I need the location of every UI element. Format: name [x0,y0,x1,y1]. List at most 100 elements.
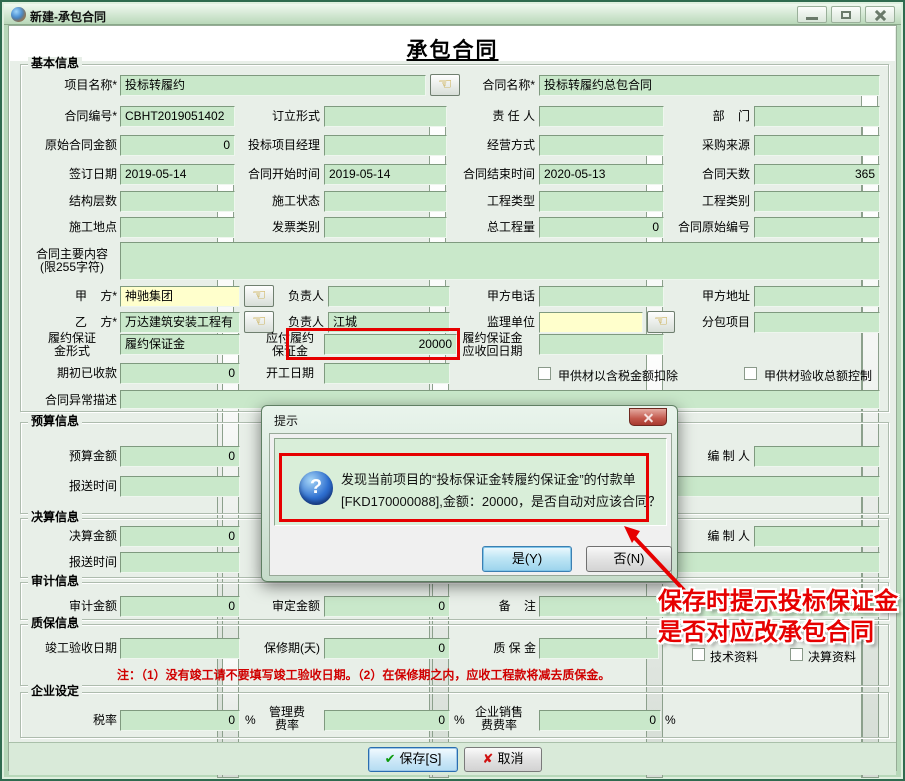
party-a-phone-label: 甲方电话 [454,290,535,303]
tax-rate-field[interactable]: 0 [120,710,240,731]
hand-pointer-icon: ☜ [252,287,266,304]
project-name-label: 项目名称* [27,79,117,92]
deposit-form-label: 履约保证 金形式 [27,332,117,358]
final-amount-label: 决算金额 [27,530,117,543]
cancel-button[interactable]: ✘取消 [464,747,542,772]
original-amount-field[interactable]: 0 [120,135,235,156]
audit-amount-field[interactable]: 0 [120,596,240,617]
party-a-head-field[interactable] [328,286,450,307]
annotation-text: 保存时提示投标保证金是否对应改承包合同 [658,586,905,648]
supervisor-picker-button[interactable]: ☜ [647,311,675,333]
group-warranty-legend: 质保信息 [28,617,82,630]
supervisor-field[interactable] [539,312,643,333]
bid-pm-select[interactable] [324,135,447,156]
subproject-field[interactable] [754,312,880,333]
window-titlebar: 新建-承包合同 [4,4,901,25]
sign-date-field[interactable]: 2019-05-14 [120,164,235,185]
party-a-address-field[interactable] [754,286,880,307]
tech-docs-checkbox[interactable] [692,648,705,661]
project-name-field[interactable]: 投标转履约 [120,75,426,96]
form-type-select[interactable] [324,106,447,127]
budget-editor-label: 编 制 人 [692,450,750,463]
department-label: 部 门 [674,110,750,123]
contract-name-label: 合同名称* [454,79,535,92]
responsible-label: 责 任 人 [454,110,535,123]
dialog-no-button[interactable]: 否(N) [586,546,672,572]
warranty-period-label: 保修期(天) [242,642,320,655]
purchase-source-select[interactable] [754,135,880,156]
deposit-return-date-select[interactable] [539,334,664,355]
deposit-form-select[interactable]: 履约保证金 [120,334,240,355]
budget-amount-field[interactable]: 0 [120,446,240,467]
close-button[interactable] [865,6,895,23]
party-a-address-label: 甲方地址 [674,290,750,303]
contract-no-label: 合同编号* [27,110,117,123]
party-a-phone-field[interactable] [539,286,664,307]
project-type-label: 工程类型 [454,195,535,208]
minimize-icon [806,17,818,20]
open-date-select[interactable] [324,363,450,384]
warranty-fund-field[interactable] [539,638,659,659]
party-a-head-label: 负责人 [282,290,324,303]
biz-mode-select[interactable] [539,135,664,156]
save-button[interactable]: ✔保存[S] [368,747,458,772]
biz-mode-label: 经营方式 [454,139,535,152]
contract-no-field[interactable]: CBHT2019051402 [120,106,235,127]
acceptance-date-select[interactable] [120,638,240,659]
dialog-close-button[interactable] [629,408,667,426]
hand-pointer-icon: ☜ [654,313,668,330]
maximize-button[interactable] [831,6,861,23]
end-date-field[interactable]: 2020-05-13 [539,164,664,185]
project-type-select[interactable] [539,191,664,212]
form-type-label: 订立形式 [239,110,320,123]
contract-days-field[interactable]: 365 [754,164,880,185]
material-tax-checkbox[interactable] [538,367,551,380]
mgmt-fee-field[interactable]: 0 [324,710,450,731]
end-date-label: 合同结束时间 [454,168,535,181]
approved-amount-field[interactable]: 0 [324,596,450,617]
original-no-label: 合同原始编号 [674,221,750,234]
minimize-button[interactable] [797,6,827,23]
warranty-period-field[interactable]: 0 [324,638,450,659]
material-accept-checkbox-label: 甲供材验收总额控制 [764,367,872,384]
contract-name-select[interactable]: 投标转履约总包合同 [539,75,880,96]
supervisor-label: 监理单位 [454,316,535,329]
initial-received-field[interactable]: 0 [120,363,240,384]
quantity-field[interactable]: 0 [539,217,664,238]
final-docs-checkbox-label: 决算资料 [808,648,856,665]
main-content-textarea[interactable] [120,242,880,280]
final-docs-checkbox[interactable] [790,648,803,661]
construction-status-select[interactable] [324,191,447,212]
sales-fee-field[interactable]: 0 [539,710,661,731]
original-no-field[interactable] [754,217,880,238]
app-window: 新建-承包合同 承包合同 基本信息 项目名称* 投标转履约 ☜ 合同名称* 投标… [0,0,905,781]
site-select[interactable] [120,217,235,238]
invoice-type-select[interactable] [324,217,447,238]
department-select[interactable] [754,106,880,127]
group-final-legend: 决算信息 [28,511,82,524]
budget-submit-field[interactable] [120,476,240,497]
material-accept-checkbox[interactable] [744,367,757,380]
final-editor-field[interactable] [754,526,880,547]
window-title: 新建-承包合同 [30,8,106,25]
group-enterprise-legend: 企业设定 [28,685,82,698]
final-submit-field[interactable] [120,552,240,573]
project-class-select[interactable] [754,191,880,212]
party-b-select[interactable]: 万达建筑安装工程有 [120,312,240,333]
page-title: 承包合同 [2,34,903,64]
warranty-fund-label: 质 保 金 [472,642,536,655]
start-date-field[interactable]: 2019-05-14 [324,164,447,185]
dialog-yes-button[interactable]: 是(Y) [482,546,572,572]
floors-select[interactable] [120,191,235,212]
party-b-picker-button[interactable]: ☜ [244,311,274,333]
abnormal-desc-label: 合同异常描述 [27,394,117,407]
budget-editor-field[interactable] [754,446,880,467]
party-a-picker-button[interactable]: ☜ [244,285,274,307]
final-amount-field[interactable]: 0 [120,526,240,547]
responsible-field[interactable] [539,106,664,127]
acceptance-date-label: 竣工验收日期 [27,642,117,655]
purchase-source-label: 采购来源 [674,139,750,152]
party-a-field[interactable]: 神驰集团 [120,286,240,307]
project-class-label: 工程类别 [674,195,750,208]
hand-pointer-icon: ☜ [438,76,452,93]
